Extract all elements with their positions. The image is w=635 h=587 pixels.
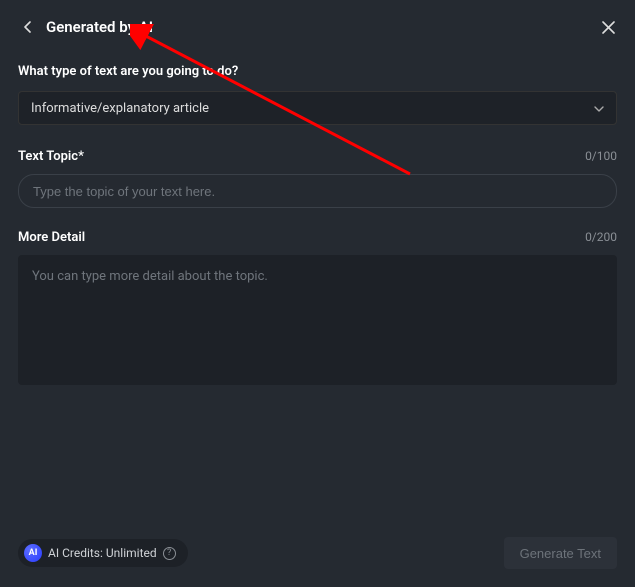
detail-label: More Detail <box>18 230 85 245</box>
header: Generated by AI <box>18 18 617 36</box>
info-icon[interactable]: ? <box>163 547 176 560</box>
ai-generate-panel: Generated by AI What type of text are yo… <box>0 0 635 587</box>
topic-counter: 0/100 <box>585 149 617 163</box>
generate-text-button[interactable]: Generate Text <box>504 537 617 569</box>
topic-input[interactable] <box>18 174 617 208</box>
chevron-left-icon <box>23 21 31 33</box>
detail-textarea[interactable] <box>18 255 617 385</box>
text-type-label: What type of text are you going to do? <box>18 64 617 79</box>
ai-badge-icon: AI <box>24 544 42 562</box>
detail-counter: 0/200 <box>585 230 617 244</box>
detail-label-row: More Detail 0/200 <box>18 230 617 245</box>
ai-credits-pill: AI AI Credits: Unlimited ? <box>18 539 188 567</box>
back-button[interactable] <box>18 18 36 36</box>
ai-credits-text: AI Credits: Unlimited <box>48 546 157 560</box>
footer: AI AI Credits: Unlimited ? Generate Text <box>18 537 617 569</box>
close-icon <box>602 21 615 34</box>
panel-title: Generated by AI <box>46 18 153 36</box>
topic-label-row: Text Topic* 0/100 <box>18 149 617 164</box>
chevron-down-icon <box>594 101 604 116</box>
topic-label: Text Topic* <box>18 149 84 164</box>
text-type-value: Informative/explanatory article <box>31 101 209 116</box>
text-type-select[interactable]: Informative/explanatory article <box>18 91 617 125</box>
close-button[interactable] <box>599 18 617 36</box>
